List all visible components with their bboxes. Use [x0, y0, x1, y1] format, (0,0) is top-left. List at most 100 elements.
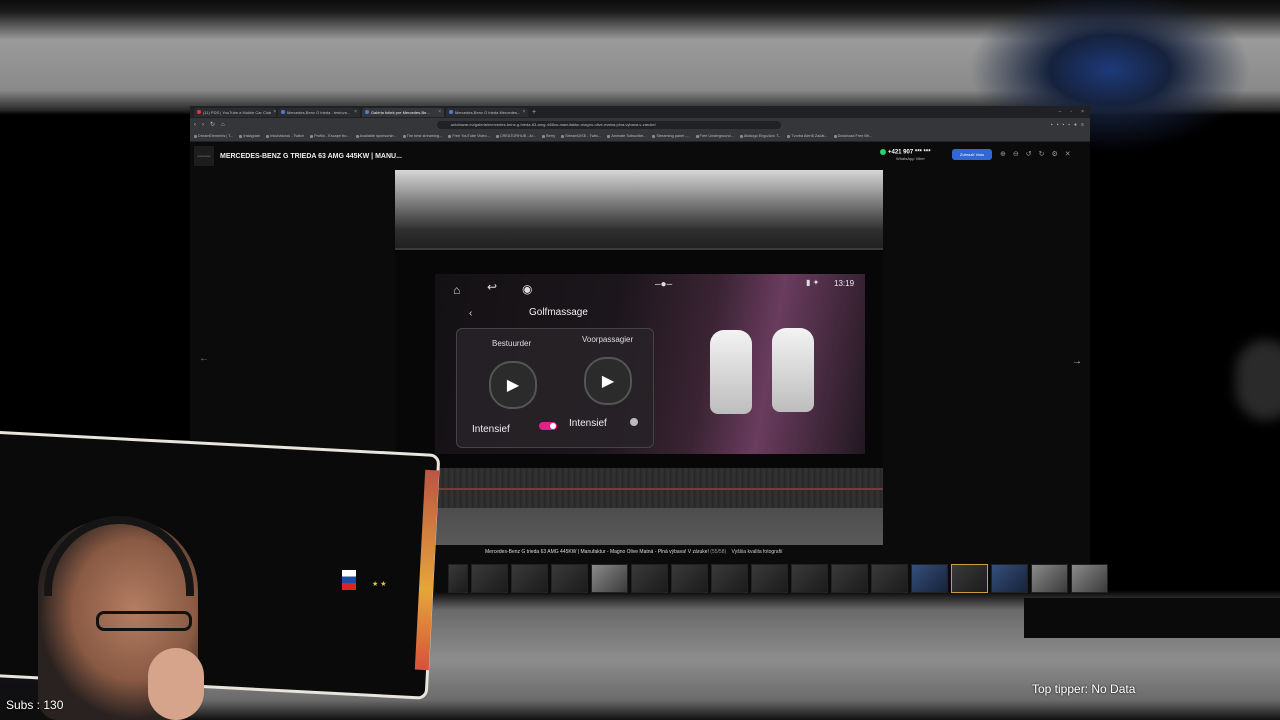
rotate-right-icon[interactable]: ↻ [1039, 150, 1045, 158]
menu-icon[interactable]: ≡ [1081, 122, 1084, 128]
return-icon: ↩ [487, 280, 498, 294]
zoom-out-icon[interactable]: ⊖ [1013, 150, 1019, 158]
close-window-icon[interactable]: × [1081, 109, 1084, 115]
close-icon[interactable]: ✕ [1065, 150, 1071, 158]
bookmark-item[interactable]: Available sponsorsh... [355, 134, 397, 138]
thumbnail[interactable] [791, 564, 828, 593]
bookmark-label: Animate Subscribe... [611, 134, 647, 138]
hq-link[interactable]: Vyššia kvalita fotografií [732, 549, 783, 555]
bookmark-item[interactable]: Download Free Bh... [833, 134, 872, 138]
bookmark-label: Abalogo Engo/Anc T... [743, 134, 782, 138]
bookmark-icon [652, 134, 656, 138]
bookmark-item[interactable]: Instagram [239, 134, 260, 138]
thumbnail[interactable] [911, 564, 948, 593]
bookmark-item[interactable]: Inkubátorok - Twitch [266, 134, 304, 138]
tab-mercedes-2[interactable]: Mercedes-Benz G trieda Mercedes... × [446, 107, 528, 117]
thumbnail[interactable] [671, 564, 708, 593]
bookmark-item[interactable]: Tvorba Alertů Začát... [787, 134, 828, 138]
bookmark-icon [310, 134, 314, 138]
seat-image [772, 328, 814, 412]
glasses [96, 611, 192, 631]
thumbnail[interactable] [1031, 564, 1068, 593]
bookmark-item[interactable]: CREATORHUB - Ar... [495, 134, 537, 138]
thumbnail[interactable] [591, 564, 628, 593]
driver-mode: Intensief [472, 424, 510, 435]
thumbnail[interactable] [751, 564, 788, 593]
thumbnail[interactable] [551, 564, 588, 593]
bookmark-label: CREATORHUB - Ar... [499, 134, 537, 138]
bookmark-label: Profilo - Escape fro... [314, 134, 350, 138]
thumbnail[interactable] [631, 564, 668, 593]
tab-label: Mercedes-Benz G trieda Mercedes... [455, 109, 521, 115]
close-icon[interactable]: × [522, 109, 525, 115]
tab-mercedes-1[interactable]: Mercedes-Benz G trieda - testova... × [278, 107, 360, 117]
background-dark-area [1024, 598, 1280, 638]
address-bar: ‹ › ↻ ⌂ autobazar.eu/galeria/mercedes-be… [190, 118, 1090, 131]
bookmark-item[interactable]: Berry [542, 134, 555, 138]
bookmark-label: The best streaming... [406, 134, 443, 138]
media-icon: –●– [655, 279, 673, 290]
extension-icon[interactable]: ▪ [1057, 122, 1059, 128]
thumbnail[interactable] [1071, 564, 1108, 593]
bookmark-icon [402, 134, 406, 138]
thumbnail[interactable] [991, 564, 1028, 593]
extension-icon[interactable]: ▪ [1062, 122, 1064, 128]
driver-toggle [539, 422, 557, 430]
minimize-icon[interactable]: – [1059, 109, 1062, 115]
profile-icon[interactable]: ● [1074, 122, 1077, 128]
extension-icon[interactable]: ▪ [1068, 122, 1070, 128]
bookmark-icon [194, 134, 197, 138]
back-icon[interactable]: ‹ [194, 122, 196, 128]
close-icon[interactable]: × [273, 109, 276, 115]
extension-icon[interactable]: ▪ [1051, 122, 1053, 128]
driver-label: Bestuurder [492, 339, 532, 348]
thumbnail[interactable] [831, 564, 868, 593]
new-tab-button[interactable]: + [532, 109, 536, 116]
settings-icon[interactable]: ⚙ [1052, 150, 1058, 158]
thumbnail-current[interactable] [951, 564, 988, 593]
bookmark-item[interactable]: DreamElements | T... [194, 134, 233, 138]
bookmark-item[interactable]: Animate Subscribe... [607, 134, 646, 138]
url-field[interactable]: autobazar.eu/galeria/mercedes-benz-g-tri… [436, 120, 781, 129]
site-logo[interactable]: autobazar [194, 146, 214, 166]
ambient-light-strip [395, 488, 883, 490]
reload-icon[interactable]: ↻ [210, 121, 215, 128]
previous-photo-arrow[interactable]: ← [199, 353, 209, 364]
bookmark-item[interactable]: Abalogo Engo/Anc T... [739, 134, 782, 138]
whatsapp-icon [880, 149, 886, 155]
show-number-button[interactable]: Zobraziť číslo [952, 149, 992, 160]
bookmark-label: Streaming panel -... [656, 134, 690, 138]
caption-text: Mercedes-Benz G trieda 63 AMG 445KW | Ma… [485, 549, 709, 555]
next-photo-arrow[interactable]: → [1072, 356, 1082, 367]
bookmark-label: StreamDISE - Twitc... [565, 134, 602, 138]
bookmark-item[interactable]: Free YouTube Video... [448, 134, 490, 138]
thumbnail[interactable] [711, 564, 748, 593]
bookmark-icon [239, 134, 243, 138]
bookmark-item[interactable]: The best streaming... [402, 134, 443, 138]
bookmark-label: Inkubátorok - Twitch [270, 134, 305, 138]
tab-gallery[interactable]: Galéria fotiek pre Mercedes-Be... × [362, 107, 444, 117]
close-icon[interactable]: × [438, 109, 441, 115]
thumbnail[interactable] [511, 564, 548, 593]
window-controls: – ▫ × [1059, 109, 1090, 115]
zoom-in-icon[interactable]: ⊕ [1000, 150, 1006, 158]
maximize-icon[interactable]: ▫ [1070, 109, 1072, 115]
rotate-left-icon[interactable]: ↺ [1026, 150, 1032, 158]
bookmark-icon [833, 134, 837, 138]
tab-label: Mercedes-Benz G trieda - testova... [287, 109, 351, 115]
thumbnail[interactable] [471, 564, 508, 593]
bookmark-label: Berry [546, 134, 556, 138]
forward-icon[interactable]: › [202, 122, 204, 128]
thumbnail[interactable] [448, 564, 468, 593]
home-icon[interactable]: ⌂ [221, 122, 225, 128]
bookmark-item[interactable]: Free Underground... [695, 134, 734, 138]
bookmark-item[interactable]: Streaming panel -... [652, 134, 690, 138]
bookmark-icon [739, 134, 743, 138]
passenger-mode: Intensief [569, 418, 607, 429]
bookmark-item[interactable]: StreamDISE - Twitc... [561, 134, 601, 138]
clock: 13:19 [834, 279, 855, 288]
bookmark-item[interactable]: Profilo - Escape fro... [310, 134, 350, 138]
tab-youtube[interactable]: (11) PDS | YouTube a Mobile Car Club × [194, 107, 276, 117]
thumbnail[interactable] [871, 564, 908, 593]
close-icon[interactable]: × [354, 109, 357, 115]
